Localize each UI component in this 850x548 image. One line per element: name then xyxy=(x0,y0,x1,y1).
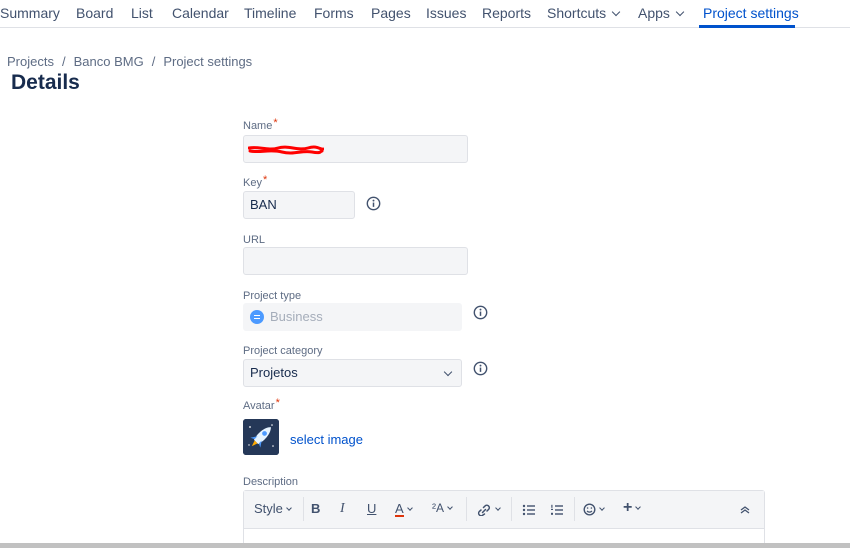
nav-project-settings[interactable]: Project settings xyxy=(703,5,799,21)
key-label: Key* xyxy=(243,174,268,189)
page-title: Details xyxy=(11,71,80,94)
chevron-down-icon xyxy=(675,7,685,17)
bullet-list-icon xyxy=(522,504,535,515)
link-icon xyxy=(477,504,490,517)
bold-button[interactable]: B xyxy=(311,501,320,516)
required-asterisk: * xyxy=(273,117,278,129)
rocket-icon xyxy=(243,419,279,455)
key-label-text: Key xyxy=(243,177,262,189)
bullet-list-button[interactable] xyxy=(522,501,536,516)
emoji-button[interactable] xyxy=(583,501,605,516)
chevron-down-icon xyxy=(611,7,621,17)
nav-pages[interactable]: Pages xyxy=(371,5,411,21)
chevron-down-icon xyxy=(286,505,292,511)
style-dropdown[interactable]: Style xyxy=(254,501,292,516)
key-field[interactable]: BAN xyxy=(243,191,355,219)
breadcrumb-current[interactable]: Project settings xyxy=(163,54,252,69)
breadcrumb-projects[interactable]: Projects xyxy=(7,54,54,69)
breadcrumb-separator: / xyxy=(61,54,66,69)
nav-apps-dropdown[interactable]: Apps xyxy=(638,5,685,21)
nav-list[interactable]: List xyxy=(131,5,153,21)
horizontal-scrollbar[interactable] xyxy=(0,543,850,548)
project-avatar[interactable] xyxy=(243,419,279,455)
nav-timeline[interactable]: Timeline xyxy=(244,5,296,21)
required-asterisk: * xyxy=(275,397,280,409)
style-label: Style xyxy=(254,501,283,516)
toolbar-divider xyxy=(511,497,512,521)
more-formatting-label: ²A xyxy=(432,501,444,515)
project-category-label: Project category xyxy=(243,345,323,357)
avatar-label: Avatar* xyxy=(243,397,280,412)
redaction-scribble xyxy=(248,145,324,155)
text-color-button[interactable]: A xyxy=(395,501,413,517)
underline-button[interactable]: U xyxy=(367,501,376,516)
emoji-icon xyxy=(583,503,596,516)
chevron-down-icon xyxy=(635,504,642,510)
nav-shortcuts-label: Shortcuts xyxy=(547,5,607,21)
url-label: URL xyxy=(243,234,266,246)
required-asterisk: * xyxy=(262,174,268,186)
toolbar-divider xyxy=(574,497,575,521)
project-navigation: Summary Board List Calendar Timeline For… xyxy=(0,0,850,28)
more-formatting-button[interactable]: ²A xyxy=(432,501,453,515)
chevron-down-icon xyxy=(599,505,605,511)
nav-reports[interactable]: Reports xyxy=(482,5,531,21)
nav-shortcuts-dropdown[interactable]: Shortcuts xyxy=(547,5,621,21)
nav-board[interactable]: Board xyxy=(76,5,113,21)
insert-button[interactable]: + xyxy=(623,499,642,517)
breadcrumb-separator: / xyxy=(151,54,156,69)
nav-issues[interactable]: Issues xyxy=(426,5,466,21)
text-color-label: A xyxy=(395,501,404,517)
name-label-text: Name xyxy=(243,120,273,132)
plus-icon: + xyxy=(623,499,633,516)
chevron-down-icon xyxy=(406,505,413,511)
toolbar-divider xyxy=(303,497,304,521)
collapse-toolbar-button[interactable] xyxy=(739,501,751,516)
nav-forms[interactable]: Forms xyxy=(314,5,354,21)
description-editor[interactable]: Style B I U A ²A + xyxy=(243,490,765,548)
project-type-label: Project type xyxy=(243,290,302,302)
name-label: Name* xyxy=(243,117,278,132)
info-icon[interactable] xyxy=(473,305,488,320)
active-tab-indicator xyxy=(699,25,795,28)
url-field[interactable] xyxy=(243,247,468,275)
nav-summary[interactable]: Summary xyxy=(0,5,60,21)
info-icon[interactable] xyxy=(366,196,381,211)
name-field[interactable] xyxy=(243,135,468,163)
project-category-select[interactable]: Projetos xyxy=(243,359,462,387)
chevron-down-icon xyxy=(495,505,501,511)
nav-apps-label: Apps xyxy=(638,5,670,21)
toolbar-divider xyxy=(466,497,467,521)
breadcrumb-project[interactable]: Banco BMG xyxy=(74,54,144,69)
chevron-down-icon xyxy=(443,367,453,377)
chevron-up-double-icon xyxy=(740,505,750,514)
info-icon[interactable] xyxy=(473,361,488,376)
avatar-label-text: Avatar xyxy=(243,400,275,412)
description-label: Description xyxy=(243,476,299,488)
breadcrumb: Projects / Banco BMG / Project settings xyxy=(7,54,252,69)
italic-button[interactable]: I xyxy=(340,501,345,517)
numbered-list-icon xyxy=(551,504,563,515)
nav-calendar[interactable]: Calendar xyxy=(172,5,229,21)
project-type-field: Business xyxy=(243,303,462,331)
business-icon xyxy=(250,309,264,324)
project-category-value: Projetos xyxy=(250,365,298,380)
editor-toolbar: Style B I U A ²A + xyxy=(244,491,764,529)
select-image-link[interactable]: select image xyxy=(290,432,363,447)
link-button[interactable] xyxy=(476,501,501,517)
numbered-list-button[interactable] xyxy=(550,501,564,516)
chevron-down-icon xyxy=(447,504,453,510)
project-type-value: Business xyxy=(270,309,323,324)
